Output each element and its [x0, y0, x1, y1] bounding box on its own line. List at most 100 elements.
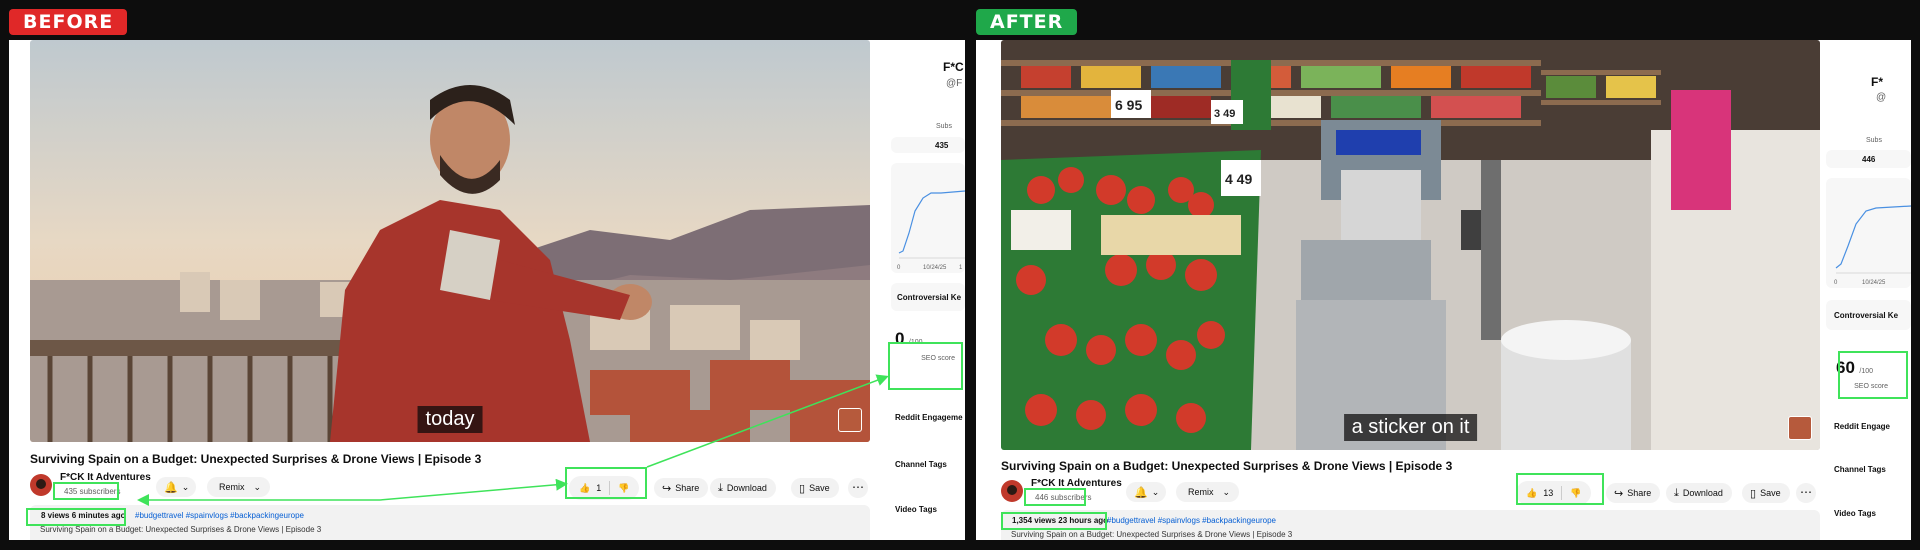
- subscriber-line-chart: 0 10/24/25 1: [897, 190, 965, 271]
- chevron-down-icon: ⌄: [1222, 486, 1231, 497]
- video-tags-label[interactable]: Video Tags: [895, 505, 937, 514]
- share-icon: ↪: [1614, 487, 1624, 500]
- chevron-down-icon: ⌄: [253, 481, 262, 492]
- like-button[interactable]: 👍 13: [1516, 486, 1563, 500]
- share-label: Share: [675, 483, 700, 493]
- dislike-button[interactable]: 👎: [610, 483, 639, 494]
- like-count: 1: [596, 483, 602, 493]
- notifications-button[interactable]: 🔔 ⌄: [1126, 482, 1166, 502]
- save-button[interactable]: ▯ Save: [1742, 483, 1790, 503]
- channel-tags-label[interactable]: Channel Tags: [1834, 465, 1886, 474]
- download-button[interactable]: ⤓ Download: [1666, 483, 1732, 503]
- description-text: Surviving Spain on a Budget: Unexpected …: [40, 525, 322, 534]
- subs-card: 435: [891, 137, 965, 153]
- thumbs-down-icon: 👎: [1570, 487, 1582, 498]
- chart-tick-end: 1: [959, 265, 963, 271]
- chevron-down-icon: ⌄: [1151, 486, 1160, 497]
- sidebar-channel-name: F*: [1871, 75, 1883, 89]
- save-button[interactable]: ▯ Save: [791, 478, 839, 498]
- video-title: Surviving Spain on a Budget: Unexpected …: [1001, 459, 1453, 473]
- more-actions-button[interactable]: ⋯: [1796, 483, 1816, 503]
- share-icon: ↪: [662, 482, 672, 495]
- chart-tick-date: 10/24/25: [923, 265, 947, 271]
- channel-info: F*CK It Adventures 435 subscribers: [30, 472, 151, 497]
- share-button[interactable]: ↪ Share: [1606, 483, 1661, 503]
- view-count-timestamp: 1,354 views 23 hours ago: [1012, 516, 1109, 525]
- video-caption: today: [417, 406, 483, 433]
- chart-tick-0: 0: [897, 265, 901, 271]
- download-label: Download: [1682, 488, 1723, 498]
- seo-score-label: SEO score: [1854, 383, 1888, 390]
- chart-tick-0: 0: [1834, 280, 1838, 286]
- description-box[interactable]: 1,354 views 23 hours ago #budgettravel #…: [1001, 510, 1820, 540]
- share-label: Share: [1627, 488, 1652, 498]
- remix-button[interactable]: Remix ⌄: [207, 477, 271, 497]
- price-sign-1: 6 95: [1115, 97, 1142, 113]
- remix-label: Remix: [1188, 487, 1214, 497]
- hashtags[interactable]: #budgettravel #spainvlogs #backpackingeu…: [135, 511, 304, 520]
- seo-score-card: 60 /100 SEO score: [1828, 353, 1894, 397]
- description-text: Surviving Spain on a Budget: Unexpected …: [1011, 530, 1293, 539]
- subscriber-count: 446 subscribers: [1035, 493, 1092, 502]
- video-caption: a sticker on it: [1343, 414, 1478, 441]
- chevron-down-icon: ⌄: [181, 481, 190, 492]
- controversial-keywords-label: Controversial Ke: [897, 293, 962, 302]
- download-button[interactable]: ⤓ Download: [710, 478, 776, 498]
- controversial-card[interactable]: Controversial Ke: [1826, 300, 1911, 330]
- remix-button[interactable]: Remix ⌄: [1176, 482, 1240, 502]
- video-player[interactable]: today: [30, 40, 870, 442]
- video-tags-label[interactable]: Video Tags: [1834, 509, 1876, 518]
- thumbs-up-icon: 👍: [579, 482, 591, 493]
- bookmark-icon: ▯: [799, 482, 806, 495]
- avatar[interactable]: [1001, 479, 1023, 502]
- view-count-timestamp: 8 views 6 minutes ago: [41, 511, 126, 520]
- before-panel: today Surviving Spain on a Budget: Unexp…: [9, 40, 965, 540]
- video-frame-landscape: [30, 40, 870, 442]
- after-panel: 6 95 4 49 3 49 a sticker on it Surviving…: [976, 40, 1911, 540]
- subscriber-chart: 0 10/24/25: [1826, 178, 1911, 288]
- thumbs-up-icon: 👍: [1526, 487, 1538, 498]
- notifications-button[interactable]: 🔔 ⌄: [156, 477, 196, 497]
- before-label: BEFORE: [9, 9, 128, 35]
- channel-name[interactable]: F*CK It Adventures: [60, 472, 151, 483]
- thumbs-down-icon: 👎: [618, 482, 630, 493]
- channel-watermark[interactable]: [838, 408, 862, 432]
- hashtags[interactable]: #budgettravel #spainvlogs #backpackingeu…: [1107, 516, 1276, 525]
- avatar[interactable]: [30, 473, 52, 496]
- more-actions-button[interactable]: ⋯: [848, 478, 868, 498]
- seo-score-card: 0 /100 SEO score: [891, 323, 961, 369]
- controversial-keywords-label: Controversial Ke: [1834, 311, 1899, 320]
- reddit-engagement-label[interactable]: Reddit Engage: [1834, 422, 1890, 431]
- like-button[interactable]: 👍 1: [569, 481, 611, 495]
- description-box[interactable]: 8 views 6 minutes ago #budgettravel #spa…: [30, 505, 870, 540]
- like-dislike-group: 👍 13 👎: [1516, 481, 1592, 505]
- seo-score-value: 0: [895, 329, 905, 348]
- seo-score-value: 60: [1836, 358, 1855, 377]
- channel-tags-label[interactable]: Channel Tags: [895, 460, 947, 469]
- reddit-engagement-label[interactable]: Reddit Engageme: [895, 413, 963, 422]
- video-frame-supermarket: 6 95 4 49 3 49: [1001, 40, 1820, 450]
- dislike-button[interactable]: 👎: [1562, 488, 1591, 499]
- bell-icon: 🔔: [1134, 486, 1148, 499]
- download-label: Download: [726, 483, 767, 493]
- subs-label: Subs: [936, 123, 952, 130]
- subscriber-count: 435 subscribers: [64, 487, 121, 496]
- channel-info: F*CK It Adventures 446 subscribers: [1001, 478, 1122, 503]
- seo-score-unit: /100: [908, 339, 923, 346]
- save-label: Save: [1760, 488, 1781, 498]
- controversial-card[interactable]: Controversial Ke: [891, 283, 965, 311]
- save-label: Save: [809, 483, 830, 493]
- subscriber-line-chart: 0 10/24/25: [1834, 205, 1911, 286]
- share-button[interactable]: ↪ Share: [654, 478, 709, 498]
- channel-watermark[interactable]: [1788, 416, 1812, 440]
- seo-score-unit: /100: [1859, 368, 1873, 375]
- download-icon: ⤓: [718, 481, 723, 494]
- subs-value: 446: [1862, 155, 1876, 164]
- like-dislike-group: 👍 1 👎: [569, 476, 640, 500]
- sidebar-channel-handle: @: [1876, 92, 1887, 103]
- seo-sidebar: F*C @F Subs 435 0 10/24/25 1 Controversi…: [879, 40, 965, 540]
- video-player[interactable]: 6 95 4 49 3 49 a sticker on it: [1001, 40, 1820, 450]
- subscriber-chart: 0 10/24/25 1: [891, 163, 965, 273]
- bell-icon: 🔔: [164, 481, 178, 494]
- channel-name[interactable]: F*CK It Adventures: [1031, 478, 1122, 489]
